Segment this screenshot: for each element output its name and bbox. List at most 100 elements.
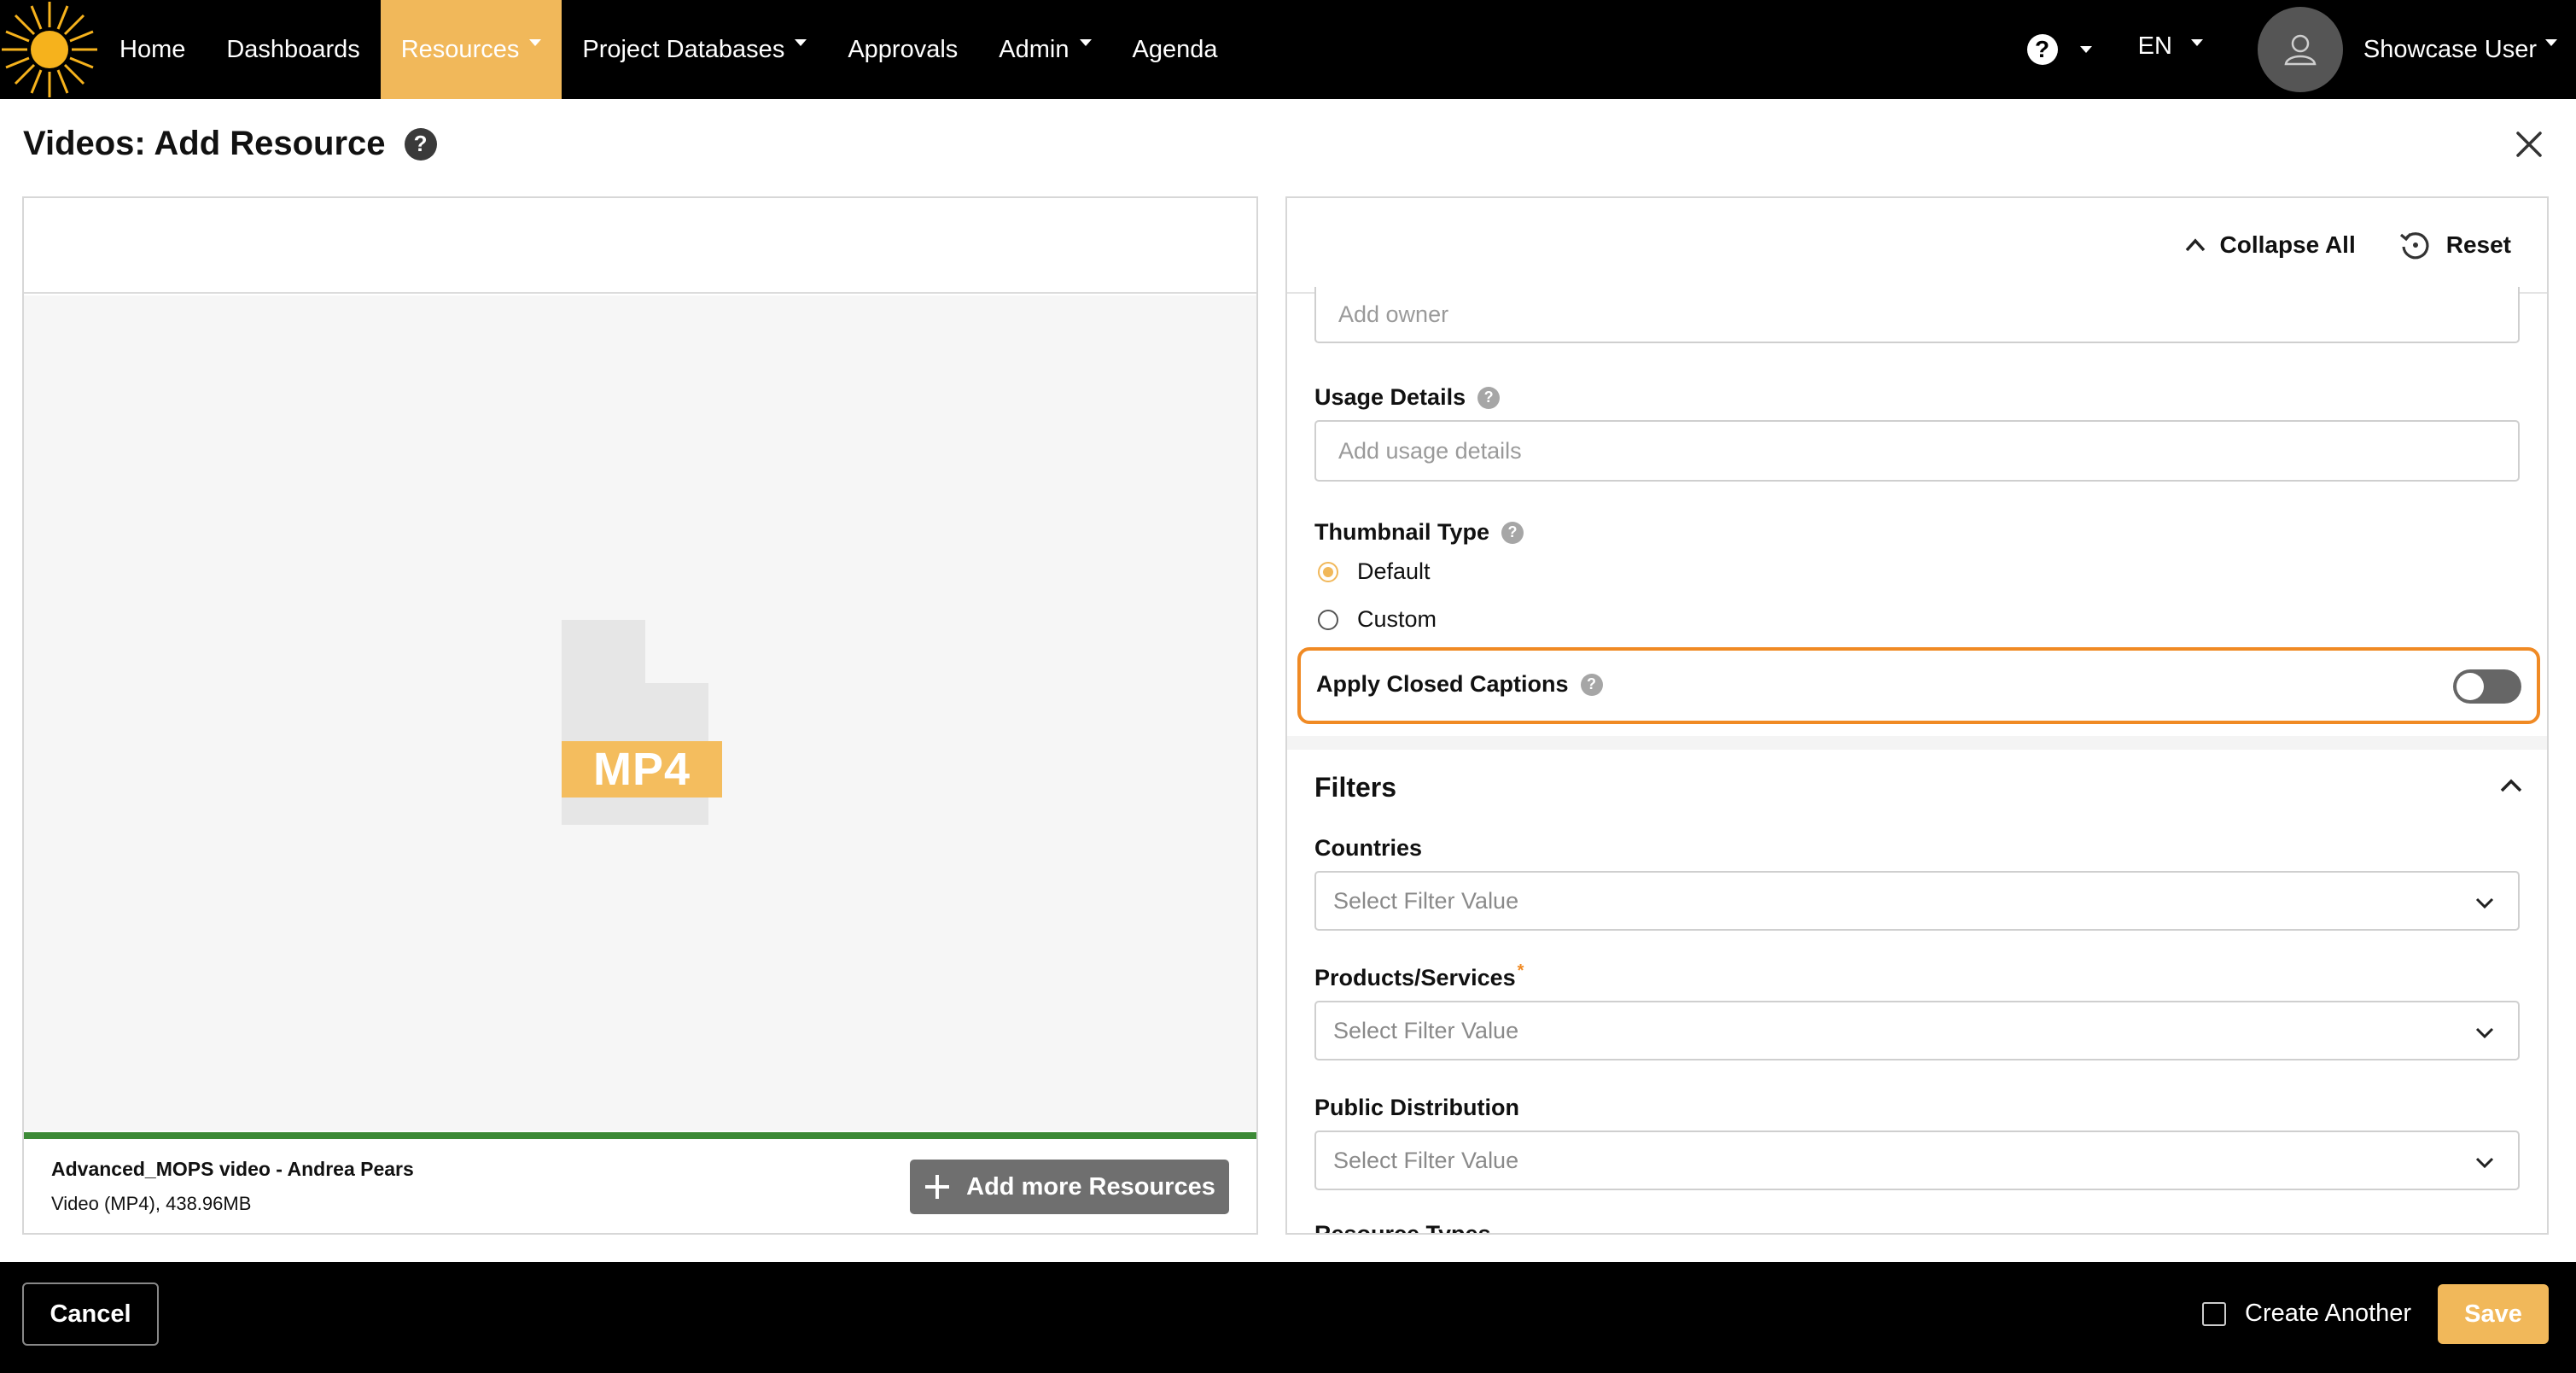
public-distribution-label: Public Distribution — [1314, 1095, 1519, 1121]
save-label: Save — [2464, 1300, 2522, 1328]
nav-approvals[interactable]: Approvals — [827, 0, 978, 99]
owner-placeholder: Add owner — [1338, 301, 1449, 327]
usage-details-label: Usage Details — [1314, 384, 1466, 410]
nav-dashboards-label: Dashboards — [226, 35, 360, 63]
help-menu[interactable]: ? — [2007, 0, 2113, 99]
collapse-all-button[interactable]: Collapse All — [2184, 231, 2356, 259]
filters-title: Filters — [1314, 772, 1397, 803]
top-navbar: Home Dashboards Resources Project Databa… — [0, 0, 2576, 99]
page-title: Videos: Add Resource — [23, 125, 386, 162]
thumbnail-type-label-row: Thumbnail Type ? — [1314, 519, 1524, 546]
nav-admin[interactable]: Admin — [978, 0, 1111, 99]
language-label: EN — [2137, 32, 2172, 60]
cancel-button[interactable]: Cancel — [22, 1282, 159, 1346]
nav-admin-label: Admin — [999, 35, 1069, 63]
cancel-label: Cancel — [50, 1300, 131, 1328]
file-type-badge: MP4 — [562, 741, 722, 798]
page-title-row: Videos: Add Resource ? — [23, 125, 437, 163]
usage-details-placeholder: Add usage details — [1338, 437, 1522, 464]
owner-input[interactable]: Add owner — [1314, 287, 2520, 343]
caret-down-icon — [529, 39, 542, 46]
section-divider — [1287, 736, 2547, 750]
user-menu[interactable]: Showcase User — [2343, 0, 2576, 99]
help-icon[interactable]: ? — [1501, 521, 1524, 544]
caret-down-icon — [2545, 39, 2557, 46]
required-asterisk: * — [1517, 961, 1524, 980]
help-icon[interactable]: ? — [404, 127, 437, 161]
products-services-label-text: Products/Services — [1314, 965, 1516, 990]
create-another-label: Create Another — [2245, 1300, 2412, 1327]
chevron-up-icon — [2185, 238, 2205, 252]
add-more-resources-button[interactable]: Add more Resources — [910, 1160, 1229, 1214]
question-circle-icon: ? — [2026, 34, 2058, 65]
caret-down-icon — [1079, 39, 1092, 46]
chevron-down-icon — [2475, 1157, 2494, 1169]
toggle-knob — [2457, 673, 2484, 700]
thumbnail-type-label: Thumbnail Type — [1314, 519, 1490, 545]
nav-project-databases-label: Project Databases — [582, 35, 785, 63]
add-more-resources-label: Add more Resources — [966, 1172, 1215, 1201]
closed-captions-row: Apply Closed Captions ? — [1297, 647, 2540, 724]
thumbnail-custom-label: Custom — [1357, 606, 1437, 632]
resource-types-label: Resource Types — [1314, 1221, 1491, 1235]
nav-project-databases[interactable]: Project Databases — [562, 0, 827, 99]
radio-selected-icon — [1318, 561, 1338, 582]
public-distribution-placeholder: Select Filter Value — [1333, 1147, 1519, 1173]
file-type-badge-label: MP4 — [592, 744, 691, 795]
collapse-all-label: Collapse All — [2219, 231, 2356, 258]
public-distribution-label-text: Public Distribution — [1314, 1095, 1519, 1120]
plus-icon — [925, 1175, 950, 1199]
nav-agenda-label: Agenda — [1132, 35, 1218, 63]
nav-right: ? EN Showcase User — [2007, 0, 2576, 99]
user-icon — [2284, 34, 2317, 66]
caret-down-icon — [2190, 39, 2203, 46]
nav-agenda[interactable]: Agenda — [1112, 0, 1238, 99]
nav-approvals-label: Approvals — [848, 35, 959, 63]
nav-home[interactable]: Home — [99, 0, 206, 99]
resource-types-label-text: Resource Types — [1314, 1221, 1491, 1235]
nav-home-label: Home — [119, 35, 186, 63]
usage-details-input[interactable]: Add usage details — [1314, 420, 2520, 482]
nav-dashboards[interactable]: Dashboards — [206, 0, 380, 99]
closed-captions-toggle[interactable] — [2453, 669, 2521, 704]
chevron-down-icon — [2475, 1027, 2494, 1039]
radio-unselected-icon — [1318, 609, 1338, 630]
close-icon[interactable] — [2515, 130, 2544, 159]
thumbnail-default-label: Default — [1357, 558, 1431, 584]
reset-icon — [2399, 232, 2429, 260]
preview-area: MP4 — [24, 295, 1256, 1131]
mp4-file-icon — [562, 620, 708, 825]
countries-label: Countries — [1314, 835, 1422, 862]
countries-select[interactable]: Select Filter Value — [1314, 871, 2520, 931]
footer-bar: Cancel Create Another Save — [0, 1262, 2576, 1373]
user-name: Showcase User — [2363, 35, 2537, 63]
save-button[interactable]: Save — [2438, 1284, 2549, 1344]
products-services-label: Products/Services * — [1314, 961, 1524, 991]
file-name: Advanced_MOPS video - Andrea Pears — [51, 1158, 414, 1180]
file-info: Advanced_MOPS video - Andrea Pears Video… — [51, 1158, 414, 1215]
products-services-select[interactable]: Select Filter Value — [1314, 1001, 2520, 1060]
help-icon[interactable]: ? — [1477, 386, 1501, 409]
products-services-placeholder: Select Filter Value — [1333, 1017, 1519, 1043]
language-menu[interactable]: EN — [2113, 0, 2223, 99]
checkbox-icon — [2202, 1301, 2226, 1326]
thumbnail-default-radio[interactable]: Default — [1318, 558, 1431, 585]
usage-details-label-row: Usage Details ? — [1314, 384, 1501, 411]
filters-collapse-chevron-up-icon[interactable] — [2499, 777, 2523, 798]
form-panel: Collapse All Reset Add owner Usage Detai… — [1285, 196, 2549, 1235]
caret-down-icon — [795, 39, 807, 46]
reset-button[interactable]: Reset — [2398, 228, 2511, 262]
closed-captions-label: Apply Closed Captions — [1316, 671, 1569, 697]
thumbnail-custom-radio[interactable]: Custom — [1318, 606, 1437, 633]
create-another-checkbox[interactable]: Create Another — [2202, 1300, 2411, 1328]
preview-toolbar — [24, 198, 1256, 294]
upload-progress-bar — [24, 1132, 1256, 1139]
form-toolbar: Collapse All Reset — [1287, 198, 2547, 294]
file-meta: Video (MP4), 438.96MB — [51, 1193, 252, 1214]
countries-label-text: Countries — [1314, 835, 1423, 861]
public-distribution-select[interactable]: Select Filter Value — [1314, 1131, 2520, 1190]
nav-resources[interactable]: Resources — [380, 0, 562, 99]
help-icon[interactable]: ? — [1580, 673, 1603, 696]
avatar[interactable] — [2257, 7, 2343, 92]
sun-logo[interactable] — [0, 0, 99, 99]
